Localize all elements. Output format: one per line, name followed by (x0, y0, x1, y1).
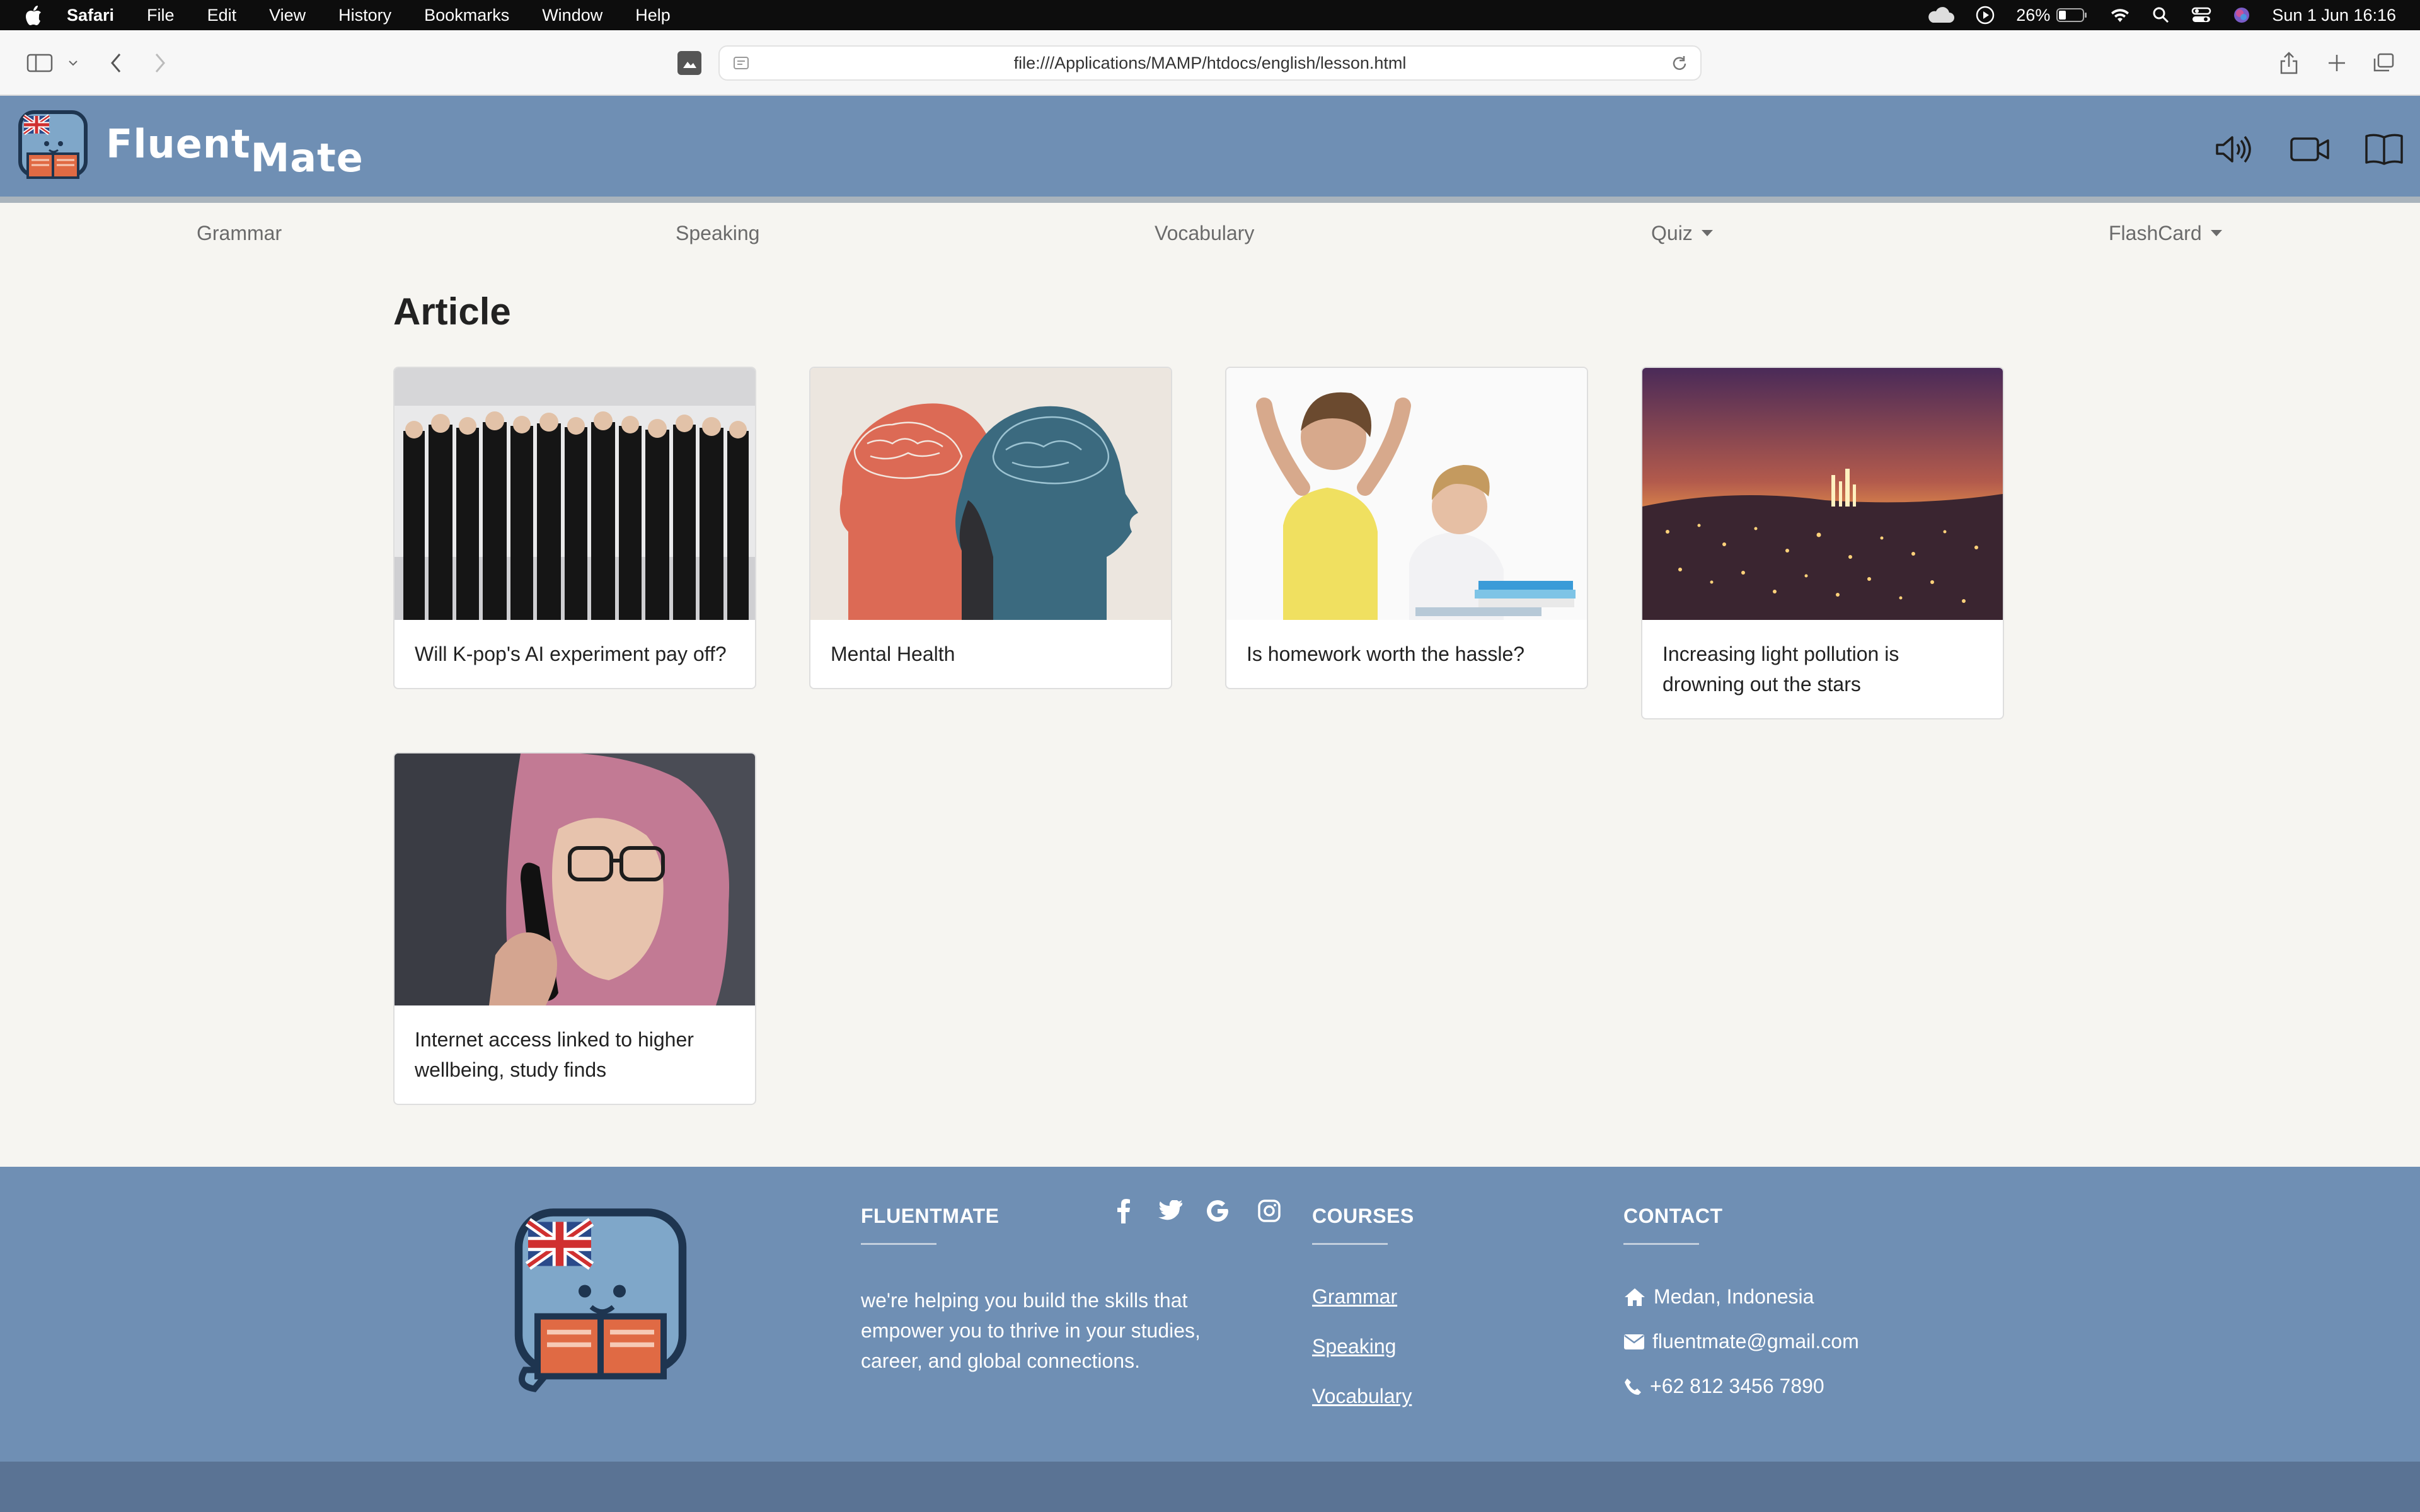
menu-file[interactable]: File (147, 6, 175, 25)
contact-email-text[interactable]: fluentmate@gmail.com (1652, 1330, 1859, 1353)
menu-help[interactable]: Help (635, 6, 671, 25)
footer-link-speaking[interactable]: Speaking (1312, 1335, 1414, 1358)
menu-window[interactable]: Window (542, 6, 602, 25)
article-thumbnail-light-pollution (1642, 368, 2003, 620)
brand-wordmark[interactable]: FluentMate (106, 121, 364, 181)
battery-percent: 26% (2016, 5, 2051, 25)
brand-part-fluent: Fluent (106, 121, 251, 167)
wifi-icon[interactable] (2109, 7, 2131, 23)
footer-heading-underline (861, 1243, 936, 1245)
brand-part-mate: Mate (250, 135, 364, 181)
contact-location-text: Medan, Indonesia (1654, 1285, 1814, 1308)
twitter-icon[interactable] (1158, 1198, 1184, 1223)
forward-arrow-icon[interactable] (147, 30, 173, 96)
nav-quiz-dropdown[interactable]: Quiz (1651, 222, 1713, 245)
spotlight-search-icon[interactable] (2152, 6, 2170, 24)
footer-bottom-bar (0, 1462, 2420, 1512)
nav-grammar[interactable]: Grammar (197, 222, 282, 245)
battery-icon[interactable] (2056, 8, 2088, 23)
home-icon (1625, 1288, 1645, 1306)
article-card-caption: Internet access linked to higher wellbei… (415, 1028, 694, 1081)
reload-icon[interactable] (1670, 54, 1689, 73)
article-card-kpop[interactable]: Will K-pop's AI experiment pay off? (393, 367, 756, 689)
article-card-mental-health[interactable]: Mental Health (809, 367, 1172, 689)
share-icon[interactable] (2275, 30, 2303, 96)
footer-courses-column: COURSES Grammar Speaking Vocabulary (1312, 1205, 1414, 1408)
article-thumbnail-homework (1226, 368, 1587, 620)
book-icon[interactable] (2362, 127, 2406, 171)
play-circle-icon[interactable] (1976, 6, 1995, 25)
control-center-icon[interactable] (2191, 6, 2211, 24)
video-icon[interactable] (2288, 127, 2332, 171)
menu-history[interactable]: History (338, 6, 391, 25)
envelope-icon (1624, 1334, 1644, 1349)
site-header: FluentMate (0, 96, 2420, 203)
mascot-logo-icon[interactable] (16, 110, 89, 184)
speaker-icon[interactable] (2211, 127, 2255, 171)
article-thumbnail-kpop (395, 368, 755, 620)
facebook-icon[interactable] (1117, 1198, 1131, 1223)
chevron-down-icon[interactable] (66, 30, 81, 96)
footer-link-vocabulary[interactable]: Vocabulary (1312, 1385, 1414, 1408)
main-nav: Grammar Speaking Vocabulary Quiz FlashCa… (0, 209, 2420, 261)
footer-heading-underline (1312, 1243, 1388, 1245)
contact-phone-text[interactable]: +62 812 3456 7890 (1650, 1375, 1824, 1398)
instagram-icon[interactable] (1258, 1198, 1281, 1223)
google-icon[interactable] (1206, 1198, 1229, 1223)
icloud-icon[interactable] (1927, 6, 1955, 24)
footer-mascot-logo-icon (514, 1208, 687, 1392)
article-card-caption: Mental Health (831, 643, 955, 665)
footer-contact-phone: +62 812 3456 7890 (1623, 1375, 1859, 1398)
article-card-caption: Is homework worth the hassle? (1247, 643, 1525, 665)
footer-contact-location: Medan, Indonesia (1623, 1285, 1859, 1309)
page-title: Article (393, 290, 511, 333)
url-text[interactable]: file:///Applications/MAMP/htdocs/english… (1014, 54, 1407, 73)
footer-contact-heading: CONTACT (1623, 1205, 1723, 1227)
macos-menubar: Safari File Edit View History Bookmarks … (0, 0, 2420, 30)
article-thumbnail-mental-health (810, 368, 1171, 620)
new-tab-plus-icon[interactable] (2323, 30, 2351, 96)
footer-about-text: we're helping you build the skills that … (861, 1289, 1201, 1372)
footer-heading-underline (1623, 1243, 1699, 1245)
site-footer: FLUENTMATE we're helping you build the s… (0, 1167, 2420, 1462)
article-card-light-pollution[interactable]: Increasing light pollution is drowning o… (1641, 367, 2004, 719)
footer-about-column: FLUENTMATE we're helping you build the s… (861, 1205, 1239, 1376)
article-card-caption: Increasing light pollution is drowning o… (1662, 643, 1899, 696)
nav-vocabulary[interactable]: Vocabulary (1155, 222, 1254, 245)
caret-down-icon (2210, 229, 2222, 236)
site-favicon-icon (676, 30, 703, 96)
tab-overview-icon[interactable] (2370, 30, 2397, 96)
menu-view[interactable]: View (269, 6, 306, 25)
phone-icon (1625, 1378, 1641, 1395)
footer-contact-column: CONTACT Medan, Indonesia fluentmate@gmai… (1623, 1205, 1859, 1398)
clock-datetime[interactable]: Sun 1 Jun 16:16 (2272, 6, 2396, 25)
page-settings-icon[interactable] (732, 54, 751, 73)
menu-edit[interactable]: Edit (207, 6, 237, 25)
sidebar-toggle-icon[interactable] (24, 30, 55, 96)
footer-contact-email: fluentmate@gmail.com (1623, 1330, 1859, 1353)
article-card-internet-access[interactable]: Internet access linked to higher wellbei… (393, 752, 756, 1105)
article-card-homework[interactable]: Is homework worth the hassle? (1225, 367, 1588, 689)
nav-quiz-label: Quiz (1651, 222, 1693, 244)
nav-flashcard-dropdown[interactable]: FlashCard (2109, 222, 2222, 245)
browser-toolbar: file:///Applications/MAMP/htdocs/english… (0, 30, 2420, 96)
back-arrow-icon[interactable] (103, 30, 129, 96)
nav-flashcard-label: FlashCard (2109, 222, 2202, 244)
menu-bookmarks[interactable]: Bookmarks (424, 6, 509, 25)
footer-link-grammar[interactable]: Grammar (1312, 1285, 1414, 1309)
caret-down-icon (1701, 229, 1713, 236)
article-card-caption: Will K-pop's AI experiment pay off? (415, 643, 727, 665)
siri-icon[interactable] (2233, 6, 2250, 24)
nav-speaking[interactable]: Speaking (676, 222, 759, 245)
address-bar[interactable]: file:///Applications/MAMP/htdocs/english… (718, 45, 1702, 81)
footer-courses-heading: COURSES (1312, 1205, 1414, 1227)
apple-logo-icon[interactable] (24, 4, 43, 26)
menu-safari[interactable]: Safari (67, 6, 114, 25)
article-thumbnail-internet-access (395, 753, 755, 1005)
